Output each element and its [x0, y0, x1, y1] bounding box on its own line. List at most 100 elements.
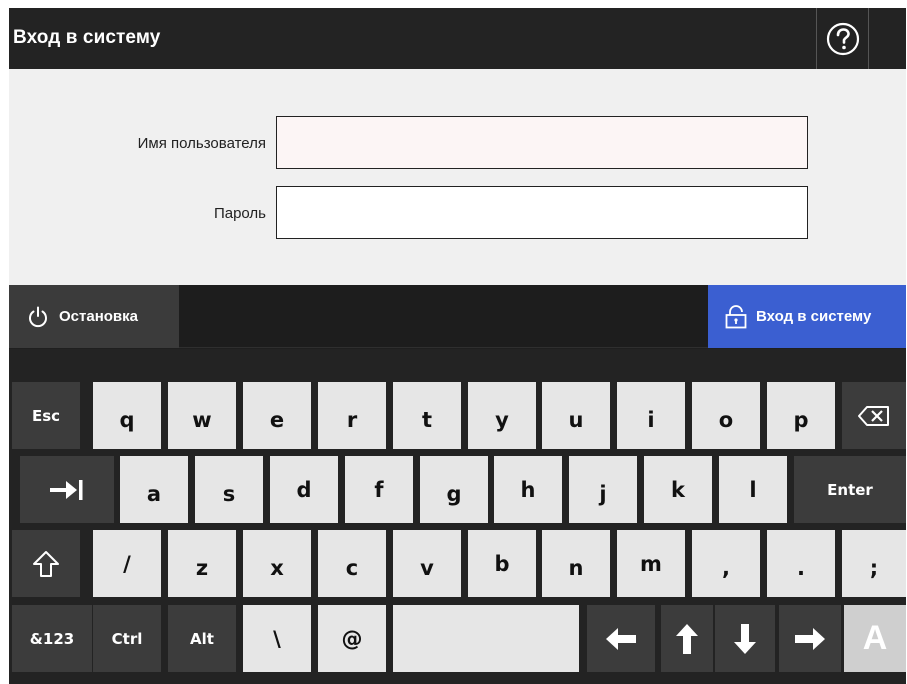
key-r-label: r — [346, 407, 358, 432]
login-button[interactable]: Вход в систему — [708, 285, 906, 348]
key-m-label: m — [640, 551, 662, 576]
question-circle-icon — [826, 22, 859, 55]
key-m[interactable]: m — [617, 530, 685, 597]
key-backslash-label: \ — [273, 626, 281, 651]
key-enter[interactable]: Enter — [794, 456, 906, 523]
arrow-left-icon — [606, 627, 636, 650]
window-title: Вход в систему — [13, 27, 161, 48]
key-alt[interactable]: Alt — [168, 605, 236, 672]
login-form: Имя пользователя Пароль — [9, 69, 906, 285]
key-s-label: s — [222, 481, 236, 506]
key-z[interactable]: z — [168, 530, 236, 597]
key-z-label: z — [195, 555, 209, 580]
key-semicolon-label: ; — [869, 555, 879, 580]
key-semicolon[interactable]: ; — [842, 530, 906, 597]
key-d-label: d — [296, 477, 312, 502]
key-u[interactable]: u — [542, 382, 610, 449]
key-r[interactable]: r — [318, 382, 386, 449]
key-a[interactable]: a — [120, 456, 188, 523]
help-button[interactable] — [816, 8, 869, 69]
key-slash[interactable]: / — [93, 530, 161, 597]
key-o-label: o — [718, 407, 734, 432]
key-k[interactable]: k — [644, 456, 712, 523]
stop-button[interactable]: Остановка — [9, 285, 179, 348]
backspace-icon — [858, 405, 889, 426]
tab-icon — [50, 479, 83, 500]
key-space[interactable] — [393, 605, 579, 672]
title-bar: Вход в систему — [9, 8, 906, 69]
key-arrow-right[interactable] — [779, 605, 841, 672]
key-t[interactable]: t — [393, 382, 461, 449]
key-b[interactable]: b — [468, 530, 536, 597]
key-g-label: g — [446, 481, 462, 506]
key-p-label: p — [793, 407, 809, 432]
key-y[interactable]: y — [468, 382, 536, 449]
key-d[interactable]: d — [270, 456, 338, 523]
key-c-label: c — [345, 555, 359, 580]
power-icon — [29, 306, 47, 327]
key-caps-a[interactable]: A — [844, 605, 906, 672]
key-l[interactable]: l — [719, 456, 787, 523]
key-f-label: f — [374, 477, 384, 502]
key-p[interactable]: p — [767, 382, 835, 449]
username-input[interactable] — [276, 116, 808, 169]
key-s[interactable]: s — [195, 456, 263, 523]
login-window: Вход в систему Имя пользователя Пароль О… — [9, 8, 906, 684]
key-i-label: i — [647, 407, 655, 432]
key-shift[interactable] — [12, 530, 80, 597]
key-b-label: b — [494, 551, 510, 576]
key-c[interactable]: c — [318, 530, 386, 597]
key-comma[interactable]: , — [692, 530, 760, 597]
action-bar: Остановка Вход в систему — [9, 285, 906, 348]
key-o[interactable]: o — [692, 382, 760, 449]
password-input[interactable] — [276, 186, 808, 239]
key-symbols[interactable]: &123 — [12, 605, 92, 672]
key-n[interactable]: n — [542, 530, 610, 597]
key-period-label: . — [797, 555, 805, 580]
key-x[interactable]: x — [243, 530, 311, 597]
key-at[interactable]: @ — [318, 605, 386, 672]
arrow-right-icon — [795, 627, 825, 650]
shift-icon — [33, 550, 59, 577]
password-label: Пароль — [213, 205, 266, 222]
key-g[interactable]: g — [420, 456, 488, 523]
key-period[interactable]: . — [767, 530, 835, 597]
key-n-label: n — [568, 555, 584, 580]
key-l-label: l — [749, 477, 757, 502]
key-t-label: t — [421, 407, 433, 432]
key-slash-label: / — [123, 551, 131, 576]
key-f[interactable]: f — [345, 456, 413, 523]
key-v-label: v — [420, 555, 434, 580]
key-a-label: a — [146, 481, 162, 506]
key-arrow-left[interactable] — [587, 605, 655, 672]
arrow-down-icon — [734, 623, 756, 654]
key-arrow-up[interactable] — [661, 605, 713, 672]
key-tab[interactable] — [20, 456, 114, 523]
key-w-label: w — [192, 407, 212, 432]
key-q[interactable]: q — [93, 382, 161, 449]
key-i[interactable]: i — [617, 382, 685, 449]
key-arrow-down[interactable] — [715, 605, 775, 672]
key-e-label: e — [269, 407, 285, 432]
login-button-label: Вход в систему — [756, 308, 872, 325]
stop-button-label: Остановка — [59, 308, 138, 325]
key-h-label: h — [520, 477, 536, 502]
key-k-label: k — [671, 477, 685, 502]
key-at-label: @ — [341, 626, 363, 651]
key-w[interactable]: w — [168, 382, 236, 449]
unlock-icon — [725, 304, 747, 328]
key-j[interactable]: j — [569, 456, 637, 523]
key-u-label: u — [568, 407, 584, 432]
key-v[interactable]: v — [393, 530, 461, 597]
key-backslash[interactable]: \ — [243, 605, 311, 672]
key-esc[interactable]: Esc — [12, 382, 80, 449]
username-label: Имя пользователя — [137, 135, 266, 152]
key-backspace[interactable] — [842, 382, 906, 449]
key-q-label: q — [119, 407, 135, 432]
key-x-label: x — [270, 555, 284, 580]
key-ctrl[interactable]: Ctrl — [93, 605, 161, 672]
key-e[interactable]: e — [243, 382, 311, 449]
key-h[interactable]: h — [494, 456, 562, 523]
onscreen-keyboard: Esc q w e r t y u i o p a s d f g h j k … — [9, 349, 906, 684]
key-comma-label: , — [722, 555, 730, 580]
